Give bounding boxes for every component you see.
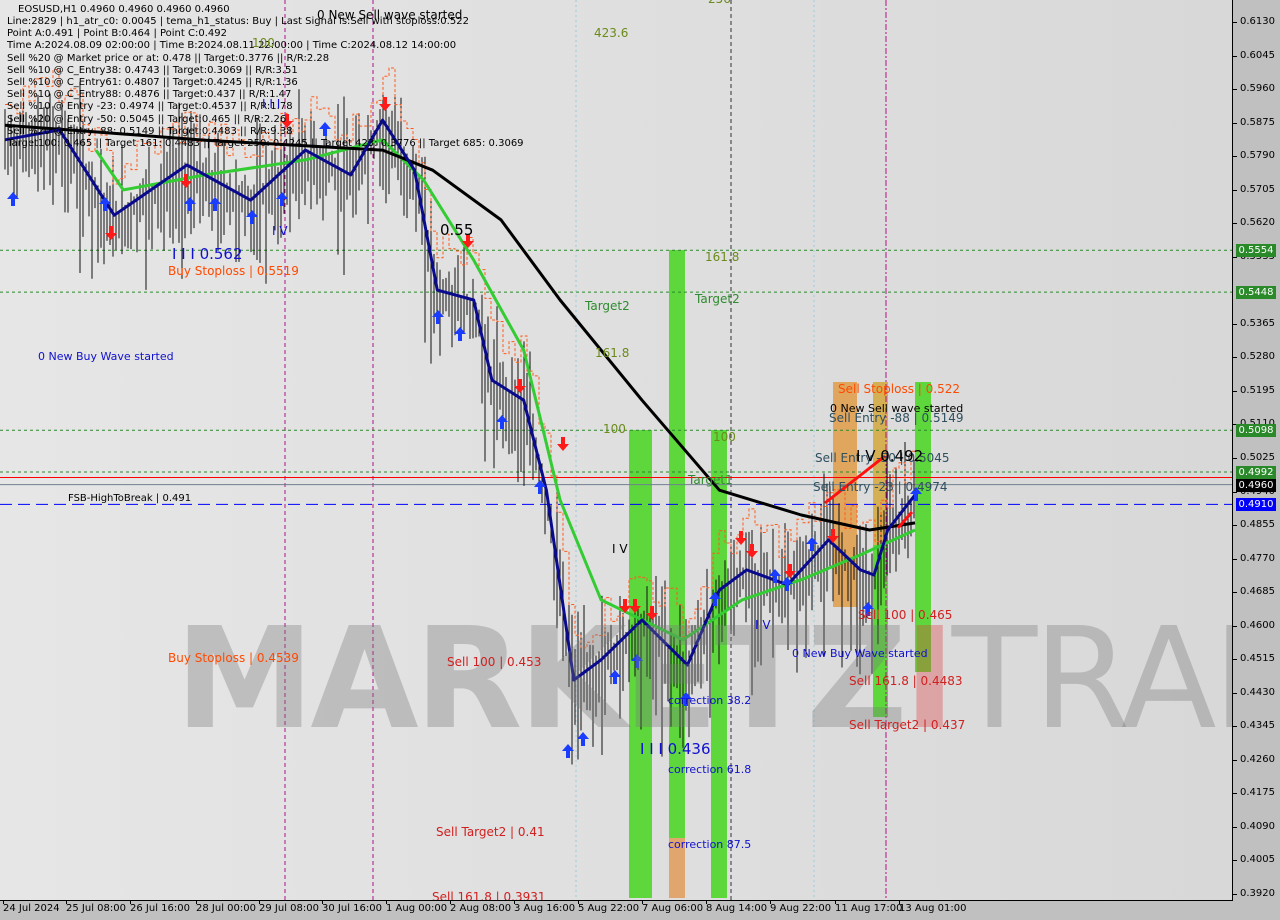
x-tick-label: 28 Jul 00:00: [196, 900, 256, 914]
sell-arrow-icon: [746, 544, 758, 558]
label-sell-target2-041: Sell Target2 | 0.41: [436, 825, 545, 839]
label-fib-1618-b: 161.8: [705, 250, 740, 264]
label-target2-b: Target2: [695, 292, 740, 306]
info-line: Time A:2024.08.09 02:00:00 | Time B:2024…: [7, 40, 457, 52]
label-wave-iv-right: I V: [755, 618, 771, 632]
x-tick-label: 3 Aug 16:00: [514, 900, 576, 914]
info-line: Sell %10 @ C_Entry88: 0.4876 || Target:0…: [7, 89, 292, 101]
label-correction-875: correction 87.5: [668, 838, 752, 851]
label-sell100-0465: Sell 100 | 0.465: [858, 608, 953, 622]
y-tick-label: 0.4175: [1233, 787, 1275, 799]
y-tick-label: 0.5025: [1233, 452, 1275, 463]
y-tick-label: 0.4090: [1233, 820, 1275, 832]
y-tick-label: 0.4005: [1233, 854, 1275, 866]
label-fib-1618-a: 161.8: [595, 346, 630, 360]
y-tick-label: 0.4855: [1233, 519, 1275, 531]
y-tick-label: 0.5705: [1233, 183, 1275, 195]
y-tick-label: 0.4345: [1233, 720, 1275, 732]
y-tick-label: 0.4430: [1233, 686, 1275, 698]
y-tick-label: 0.4770: [1233, 552, 1275, 564]
symbol-line: EOSUSD,H1 0.4960 0.4960 0.4960 0.4960: [18, 4, 230, 15]
x-tick-label: 8 Aug 14:00: [706, 900, 768, 914]
x-tick-label: 7 Aug 06:00: [642, 900, 704, 914]
label-sell-entry-88: Sell Entry -88 | 0.5149: [829, 411, 964, 425]
label-wave-iii-top: I I I: [262, 97, 281, 111]
label-sell-stoploss-0522: Sell Stoploss | 0.522: [838, 382, 960, 396]
label-wave-iv-0492: I V 0.492: [856, 447, 924, 465]
y-tick-label: 0.4515: [1233, 653, 1275, 665]
sell-arrow-icon: [379, 97, 391, 111]
y-tick-label: 0.5620: [1233, 217, 1275, 229]
label-target2-a: Target2: [585, 299, 630, 313]
chart-plot-area[interactable]: MARKETZITRADE EOSUSD,H1 0.4960 0.4960 0.…: [0, 0, 1233, 901]
price-badge: 0.5448: [1236, 286, 1276, 300]
buy-arrow-icon: [209, 197, 221, 211]
label-buy-stoploss-05519: Buy Stoploss | 0.5519: [168, 264, 299, 278]
label-wave-iii-0562: I I I 0.562: [172, 245, 243, 263]
x-tick-label: 30 Jul 16:00: [322, 900, 382, 914]
label-sell-entry-23: Sell Entry -23 | 0.4974: [813, 480, 948, 494]
y-tick-label: 0.5875: [1233, 116, 1275, 128]
x-tick-label: 26 Jul 16:00: [130, 900, 190, 914]
y-tick-label: 0.5960: [1233, 83, 1275, 95]
x-tick-label: 13 Aug 01:00: [899, 900, 967, 914]
x-tick-label: 25 Jul 08:00: [66, 900, 126, 914]
info-line: Point A:0.491 | Point B:0.464 | Point C:…: [7, 28, 227, 40]
buy-arrow-icon: [806, 537, 818, 551]
label-target1: Target1: [688, 473, 733, 487]
x-tick-label: 24 Jul 2024: [3, 900, 60, 914]
label-fib-256: 256: [708, 0, 731, 6]
watermark-logo: MARKETZITRADE: [175, 598, 1232, 761]
y-tick-label: 0.5365: [1233, 317, 1275, 329]
label-fib-100-top: 100: [252, 36, 275, 50]
y-tick-label: 0.4600: [1233, 619, 1275, 631]
label-fib-4236: 423.6: [594, 26, 629, 40]
buy-arrow-icon: [319, 122, 331, 136]
sell-arrow-icon: [557, 437, 569, 451]
y-tick-label: 0.5280: [1233, 351, 1275, 363]
label-sell-1618-04483: Sell 161.8 | 0.4483: [849, 674, 963, 688]
label-sell-target2-0437: Sell Target2 | 0.437: [849, 718, 966, 732]
x-tick-label: 11 Aug 17:00: [835, 900, 903, 914]
y-tick-label: 0.3920: [1233, 888, 1275, 899]
x-tick-label: 1 Aug 00:00: [386, 900, 448, 914]
price-badge: 0.4910: [1236, 498, 1276, 512]
label-buy-stoploss-04539: Buy Stoploss | 0.4539: [168, 651, 299, 665]
label-fsb-high-to-break: FSB-HighToBreak | 0.491: [68, 493, 192, 504]
y-tick-label: 0.6045: [1233, 49, 1275, 61]
label-wave-iii-0436: I I I 0.436: [640, 740, 711, 758]
x-tick-label: 29 Jul 08:00: [259, 900, 319, 914]
info-line: Sell %10 @ C_Entry61: 0.4807 || Target:0…: [7, 77, 298, 88]
info-line: Sell %10 @ Entry -23: 0.4974 || Target:0…: [7, 101, 293, 113]
y-tick-label: 0.6130: [1233, 16, 1275, 27]
x-tick-label: 2 Aug 08:00: [450, 900, 512, 914]
info-line: Sell %20 @ Entry -50: 0.5045 || Target:0…: [7, 113, 287, 125]
label-fib-100-a: 100: [603, 422, 626, 436]
label-wave-iv-left: I V: [272, 224, 288, 238]
label-correction-382: correction 38.2: [668, 694, 752, 707]
y-tick-label: 0.5195: [1233, 384, 1275, 396]
label-wave-iv-mid: I V: [612, 542, 628, 556]
info-line: Sell %20 @ Market price or at: 0.478 || …: [7, 52, 330, 64]
label-fib-100-b: 100: [713, 430, 736, 444]
info-line: Target100: 0.465 || Target 161: 0.4483 |…: [7, 138, 524, 149]
label-new-buy-right: 0 New Buy Wave started: [792, 647, 928, 660]
price-badge: 0.4992: [1236, 466, 1276, 480]
label-level-055: 0.55: [440, 221, 474, 239]
price-badge: 0.5098: [1236, 424, 1276, 438]
label-sell100-0453: Sell 100 | 0.453: [447, 655, 542, 669]
price-badge: 0.4960: [1236, 478, 1276, 492]
y-tick-label: 0.4260: [1233, 753, 1275, 765]
x-tick-label: 5 Aug 22:00: [578, 900, 640, 914]
label-new-buy-left: 0 New Buy Wave started: [38, 350, 174, 363]
y-tick-label: 0.5790: [1233, 150, 1275, 162]
info-line: Sell %10 @ C_Entry38: 0.4743 || Target:0…: [7, 64, 298, 76]
price-badge: 0.5554: [1236, 244, 1276, 258]
x-tick-label: 9 Aug 22:00: [770, 900, 832, 914]
label-new-sell-top: 0 New Sell wave started: [317, 8, 463, 22]
label-correction-618: correction 61.8: [668, 763, 752, 776]
y-tick-label: 0.4685: [1233, 586, 1275, 598]
info-line: Sell %20 @ Entry -88: 0.5149 || Target:0…: [7, 125, 293, 137]
